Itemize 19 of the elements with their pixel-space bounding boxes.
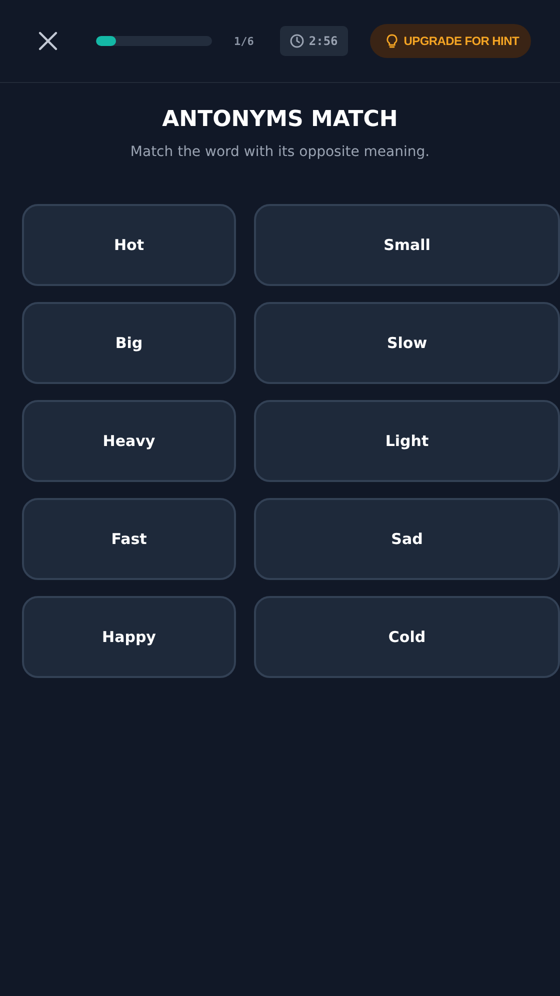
word-card[interactable]: Sad (254, 498, 560, 580)
word-card[interactable]: Slow (254, 302, 560, 384)
word-card[interactable]: Big (22, 302, 236, 384)
game-title: ANTONYMS MATCH (161, 107, 399, 132)
close-button[interactable] (36, 29, 60, 53)
word-card[interactable]: Small (254, 204, 560, 286)
word-card[interactable]: Hot (22, 204, 236, 286)
close-icon (38, 31, 58, 51)
word-card[interactable]: Cold (254, 596, 560, 678)
lightbulb-icon (386, 34, 398, 48)
word-card[interactable]: Light (254, 400, 560, 482)
word-card[interactable]: Fast (22, 498, 236, 580)
clock-icon (290, 34, 304, 48)
word-card[interactable]: Heavy (22, 400, 236, 482)
word-card[interactable]: Happy (22, 596, 236, 678)
upgrade-hint-button[interactable]: UPGRADE FOR HINT (370, 24, 531, 58)
instruction-text: Match the word with its opposite meaning. (129, 144, 431, 160)
progress-counter: 1/6 (234, 34, 254, 48)
timer-text: 2:56 (308, 34, 338, 48)
